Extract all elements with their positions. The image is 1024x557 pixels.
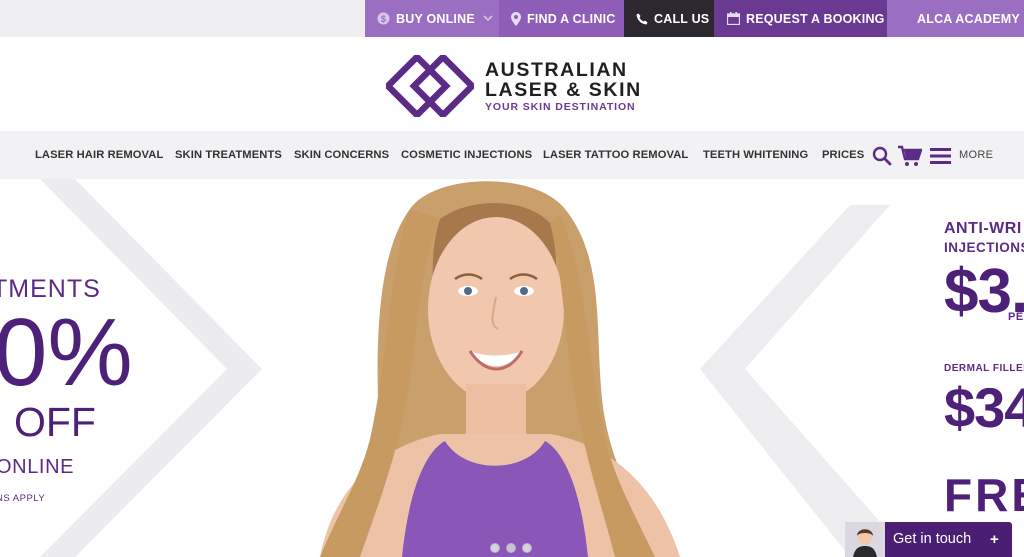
nav-item-skin-concerns[interactable]: SKIN CONCERNS	[294, 131, 389, 179]
nav-item-skin-treatments[interactable]: SKIN TREATMENTS	[175, 131, 282, 179]
nav-item-teeth-whitening[interactable]: TEETH WHITENING	[703, 131, 808, 179]
call-us-button[interactable]: CALL US	[624, 0, 714, 37]
offer-heading: ANTI-WRI	[944, 220, 1022, 237]
find-clinic-label: FIND A CLINIC	[527, 11, 616, 26]
dollar-icon: $	[377, 12, 390, 25]
nav-item-cosmetic-injections[interactable]: COSMETIC INJECTIONS	[401, 131, 532, 179]
map-pin-icon	[511, 11, 521, 26]
nav-item-laser-hair-removal[interactable]: LASER HAIR REMOVAL	[35, 131, 163, 179]
top-utility-bar: $ BUY ONLINE FIND A CLINIC CALL US REQUE…	[0, 0, 1024, 37]
site-logo[interactable]: AUSTRALIAN LASER & SKIN YOUR SKIN DESTIN…	[386, 55, 646, 117]
request-booking-button[interactable]: REQUEST A BOOKING	[714, 0, 887, 37]
calendar-icon	[727, 12, 740, 25]
offer-free: FRE	[944, 469, 1024, 521]
logo-mark-icon	[386, 55, 474, 117]
request-booking-label: REQUEST A BOOKING	[746, 11, 885, 26]
model-portrait-image	[320, 181, 680, 557]
more-link[interactable]: MORE	[959, 131, 993, 179]
cart-icon[interactable]	[898, 145, 922, 167]
logo-line-1: AUSTRALIAN	[485, 59, 628, 81]
phone-icon	[636, 13, 648, 24]
carousel-dots	[490, 543, 532, 553]
get-in-touch-label: Get in touch	[893, 531, 972, 547]
promo-discount: 0%	[0, 299, 133, 406]
call-us-label: CALL US	[654, 11, 710, 26]
buy-online-label: BUY ONLINE	[396, 11, 475, 26]
carousel-dot-1[interactable]	[490, 543, 500, 553]
find-clinic-button[interactable]: FIND A CLINIC	[499, 0, 624, 37]
agent-avatar	[845, 522, 885, 557]
academy-link[interactable]: ALCA ACADEMY	[887, 0, 1024, 37]
carousel-dot-2[interactable]	[506, 543, 516, 553]
get-in-touch-widget[interactable]: Get in touch +	[845, 522, 1012, 557]
offer-subheading: INJECTIONS	[944, 240, 1024, 255]
buy-online-button[interactable]: $ BUY ONLINE	[365, 0, 499, 37]
expand-plus-icon: +	[990, 531, 999, 548]
logo-line-2: LASER & SKIN	[485, 79, 642, 101]
promo-conditions: NS APPLY	[0, 493, 46, 504]
nav-item-laser-tattoo-removal[interactable]: LASER TATTOO REMOVAL	[543, 131, 688, 179]
filler-label: DERMAL FILLEI	[944, 363, 1024, 374]
academy-label: ALCA ACADEMY	[917, 11, 1020, 26]
carousel-dot-3[interactable]	[522, 543, 532, 553]
chevron-down-icon	[483, 15, 493, 22]
search-icon[interactable]	[872, 146, 892, 166]
nav-item-prices[interactable]: PRICES	[822, 131, 864, 179]
hero-carousel: TMENTS 0% OFF ONLINE NS APPLY ANTI-WRI I…	[0, 179, 1024, 557]
offer-price-unit: PE	[1008, 311, 1024, 323]
promo-online: ONLINE	[0, 456, 75, 478]
svg-text:$: $	[381, 14, 386, 24]
menu-icon[interactable]	[930, 147, 951, 165]
offer-price-2: $34	[944, 376, 1024, 439]
main-navigation: LASER HAIR REMOVAL SKIN TREATMENTS SKIN …	[0, 131, 1024, 179]
logo-tagline: YOUR SKIN DESTINATION	[485, 101, 636, 113]
promo-off: OFF	[14, 399, 96, 445]
